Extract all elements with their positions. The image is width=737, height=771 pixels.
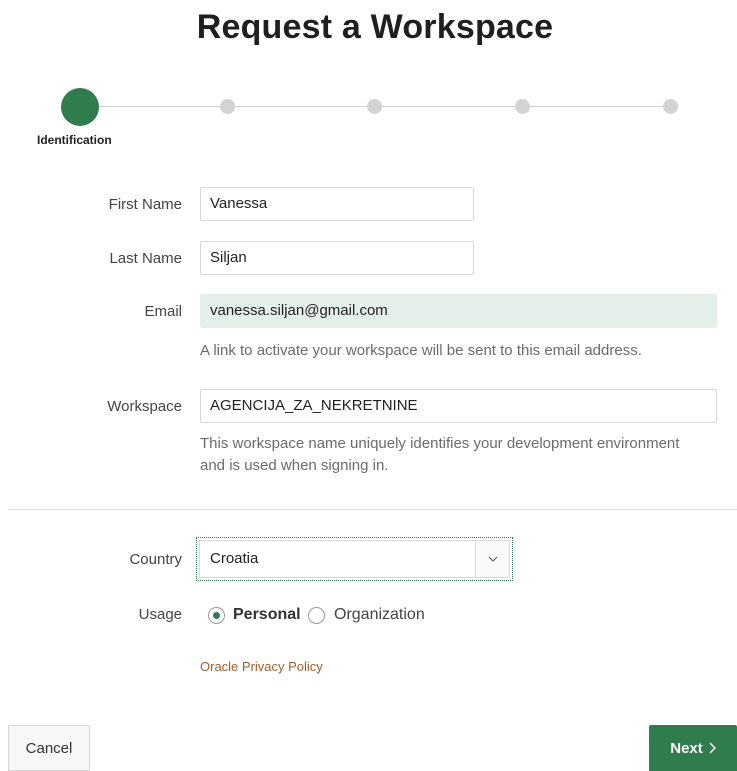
email-help-text: A link to activate your workspace will b… [200, 342, 642, 359]
country-dropdown-button[interactable] [475, 540, 510, 578]
usage-label: Usage [138, 606, 182, 623]
email-field: vanessa.siljan@gmail.com [200, 294, 717, 328]
step-3 [367, 99, 382, 114]
chevron-down-icon [488, 556, 497, 562]
workspace-help-line-2: and is used when signing in. [200, 457, 389, 474]
usage-radio-organization[interactable] [308, 607, 325, 624]
country-label: Country [129, 551, 182, 568]
next-button-label: Next [670, 739, 703, 757]
last-name-label: Last Name [109, 250, 182, 267]
step-2 [220, 99, 235, 114]
email-label: Email [144, 303, 182, 320]
step-1-active [61, 88, 99, 126]
workspace-input[interactable]: AGENCIJA_ZA_NEKRETNINE [200, 389, 717, 423]
workspace-label: Workspace [107, 398, 182, 415]
step-4 [515, 99, 530, 114]
workspace-help-line-1: This workspace name uniquely identifies … [200, 435, 680, 452]
workspace-help-text: This workspace name uniquely identifies … [200, 433, 679, 477]
first-name-input[interactable]: Vanessa [200, 187, 474, 221]
first-name-label: First Name [108, 196, 182, 213]
next-button[interactable]: Next [649, 725, 737, 771]
country-select-value[interactable]: Croatia [199, 540, 476, 578]
step-label: Identification [37, 133, 112, 147]
step-5 [663, 99, 678, 114]
chevron-right-icon [709, 742, 716, 754]
privacy-policy-link[interactable]: Oracle Privacy Policy [200, 659, 323, 674]
usage-radio-personal[interactable] [208, 607, 225, 624]
page-title: Request a Workspace [196, 8, 554, 46]
country-select[interactable]: Croatia [196, 537, 513, 581]
section-divider [8, 509, 737, 510]
last-name-input[interactable]: Siljan [200, 241, 474, 275]
usage-option-personal[interactable]: Personal [233, 606, 301, 624]
cancel-button[interactable]: Cancel [8, 725, 90, 771]
usage-option-organization[interactable]: Organization [334, 606, 425, 624]
